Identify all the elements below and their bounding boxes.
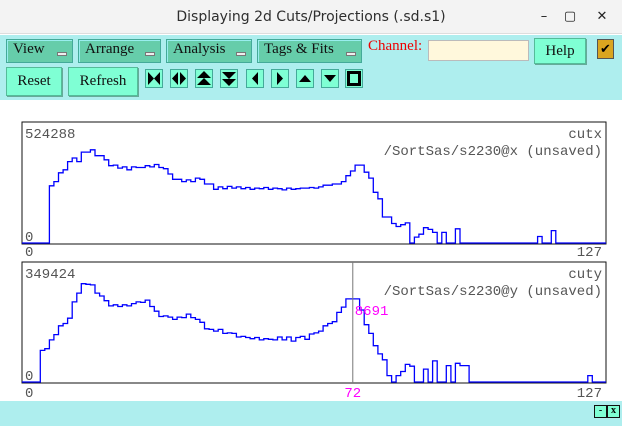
spectrum-path: /SortSas/s2230@y (unsaved) xyxy=(384,284,602,300)
expand-vertical-button[interactable] xyxy=(195,69,213,88)
analysis-menu[interactable]: Analysis xyxy=(166,39,252,63)
y-min-label: 0 xyxy=(25,369,33,385)
y-max-label: 349424 xyxy=(25,267,75,283)
full-view-button[interactable] xyxy=(345,69,363,88)
x-min-label: 0 xyxy=(25,386,33,402)
spectrum-path: /SortSas/s2230@x (unsaved) xyxy=(384,144,602,160)
channel-input[interactable] xyxy=(428,40,529,61)
window-title: Displaying 2d Cuts/Projections (.sd.s1) xyxy=(176,8,446,25)
dropdown-indicator-icon xyxy=(145,52,155,56)
scroll-right-button[interactable] xyxy=(271,69,289,88)
scroll-up-icon xyxy=(299,75,311,82)
help-button[interactable]: Help xyxy=(534,38,586,64)
expand-horizontal-icon xyxy=(148,72,160,85)
dropdown-indicator-icon xyxy=(57,52,67,56)
arrange-menu[interactable]: Arrange xyxy=(78,39,161,63)
close-button[interactable]: ✕ xyxy=(593,8,611,26)
cursor-x-label: 72 xyxy=(344,386,361,402)
close-panel-button[interactable]: x xyxy=(607,405,620,418)
compress-vertical-icon xyxy=(222,72,236,86)
reset-button[interactable]: Reset xyxy=(6,67,62,96)
x-max-label: 127 xyxy=(577,386,602,402)
view-menu[interactable]: View xyxy=(6,39,73,63)
histogram-trace xyxy=(22,283,606,383)
shrink-button[interactable]: - xyxy=(594,405,607,418)
compress-horizontal-icon xyxy=(172,72,186,85)
menu-label: Analysis xyxy=(173,41,226,57)
scroll-left-button[interactable] xyxy=(246,69,264,88)
full-view-icon xyxy=(347,71,361,86)
scroll-down-icon xyxy=(324,75,336,82)
status-bar xyxy=(0,401,622,426)
x-min-label: 0 xyxy=(25,245,33,261)
dropdown-indicator-icon xyxy=(236,52,246,56)
tags-fits-menu[interactable]: Tags & Fits xyxy=(257,39,362,63)
expand-horizontal-button[interactable] xyxy=(145,69,163,88)
y-max-label: 524288 xyxy=(25,127,75,143)
histogram-trace xyxy=(22,149,606,244)
compress-vertical-button[interactable] xyxy=(220,69,238,88)
channel-label: Channel: xyxy=(368,38,423,54)
dropdown-indicator-icon xyxy=(346,52,356,56)
x-max-label: 127 xyxy=(577,245,602,261)
refresh-button[interactable]: Refresh xyxy=(68,67,138,96)
compress-horizontal-button[interactable] xyxy=(170,69,188,88)
menu-label: Tags & Fits xyxy=(264,41,334,57)
plot-frame xyxy=(21,261,607,384)
plot-frame xyxy=(21,121,607,245)
scroll-down-button[interactable] xyxy=(321,69,339,88)
y-min-label: 0 xyxy=(25,230,33,246)
expand-vertical-icon xyxy=(197,71,211,85)
menu-label: View xyxy=(13,41,45,57)
scroll-left-icon xyxy=(252,72,258,85)
scroll-right-icon xyxy=(277,72,283,85)
title-bar: Displaying 2d Cuts/Projections (.sd.s1) … xyxy=(0,0,622,34)
minimize-button[interactable]: – xyxy=(535,8,553,26)
menu-label: Arrange xyxy=(85,41,135,57)
scroll-up-button[interactable] xyxy=(296,69,314,88)
cursor-value-label: 8691 xyxy=(355,304,389,320)
checkbox[interactable]: ✔ xyxy=(597,39,614,59)
maximize-button[interactable]: ▢ xyxy=(561,8,579,26)
spectrum-name: cuty xyxy=(568,267,602,283)
spectrum-name: cutx xyxy=(568,127,602,143)
